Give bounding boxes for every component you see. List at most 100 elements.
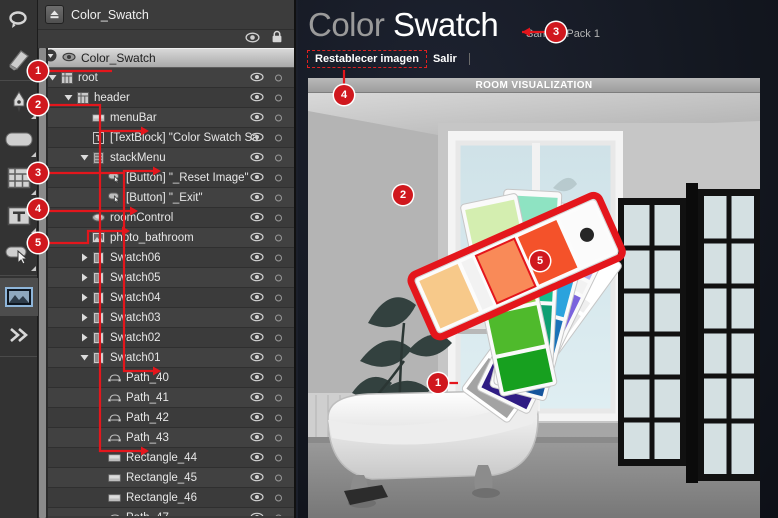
tree-row-menubar[interactable]: menuBar [38, 108, 294, 128]
caret-down-icon[interactable] [78, 353, 91, 362]
tree-row-photo_bathroom[interactable]: photo_bathroom [38, 228, 294, 248]
tree-row-button-_reset-image[interactable]: [Button] "_Reset Image" [38, 168, 294, 188]
tree-row-rectangle_44[interactable]: Rectangle_44 [38, 448, 294, 468]
lock-toggle-dot[interactable] [275, 474, 282, 481]
path-icon [107, 512, 122, 516]
tree-row-swatch03[interactable]: Swatch03 [38, 308, 294, 328]
tree-row-rectangle_46[interactable]: Rectangle_46 [38, 488, 294, 508]
lock-toggle-dot[interactable] [275, 74, 282, 81]
caret-down-icon[interactable] [78, 153, 91, 162]
caret-right-icon[interactable] [78, 313, 91, 322]
lock-toggle-dot[interactable] [275, 234, 282, 241]
tree-row-rectangle_45[interactable]: Rectangle_45 [38, 468, 294, 488]
eject-box-icon[interactable] [45, 5, 64, 24]
tree-row-swatch04[interactable]: Swatch04 [38, 288, 294, 308]
caret-down-icon[interactable] [62, 93, 75, 102]
tree-row-swatch02[interactable]: Swatch02 [38, 328, 294, 348]
eye-icon[interactable] [250, 469, 264, 487]
lock-toggle-dot[interactable] [275, 414, 282, 421]
tree-row-path_41[interactable]: Path_41 [38, 388, 294, 408]
caret-right-icon[interactable] [78, 293, 91, 302]
lock-toggle-dot[interactable] [275, 434, 282, 441]
tree-row-header[interactable]: header [38, 88, 294, 108]
image-icon [5, 287, 33, 307]
caret-right-icon[interactable] [78, 333, 91, 342]
tree-row-textblock-color-swatch-sa[interactable]: [TextBlock] "Color Swatch Sa. [38, 128, 294, 148]
caret-right-icon[interactable] [78, 273, 91, 282]
eye-icon[interactable] [250, 149, 264, 167]
lock-toggle-dot[interactable] [275, 254, 282, 261]
tree-scrollbar[interactable] [38, 48, 48, 518]
expand-tools[interactable] [0, 316, 38, 354]
exit-button[interactable]: Salir [426, 51, 464, 67]
lock-toggle-dot[interactable] [275, 514, 282, 516]
eye-icon[interactable] [250, 209, 264, 227]
lock-toggle-dot[interactable] [275, 134, 282, 141]
lock-toggle-dot[interactable] [275, 394, 282, 401]
tree-row-roomcontrol[interactable]: roomControl [38, 208, 294, 228]
lock-toggle-dot[interactable] [275, 374, 282, 381]
eye-icon[interactable] [250, 429, 264, 447]
eye-icon[interactable] [250, 289, 264, 307]
lock-toggle-dot[interactable] [275, 94, 282, 101]
lock-toggle-dot[interactable] [275, 314, 282, 321]
eye-icon[interactable] [250, 89, 264, 107]
lock-toggle-dot[interactable] [275, 194, 282, 201]
eye-icon[interactable] [250, 369, 264, 387]
caret-right-icon[interactable] [78, 253, 91, 262]
eye-icon[interactable] [250, 509, 264, 516]
lock-toggle-dot[interactable] [275, 454, 282, 461]
eye-icon[interactable] [250, 329, 264, 347]
group-icon [91, 311, 106, 324]
eye-icon[interactable] [250, 349, 264, 367]
eye-icon[interactable] [250, 169, 264, 187]
lock-toggle-dot[interactable] [275, 494, 282, 501]
lock-toggle-dot[interactable] [275, 154, 282, 161]
lock-toggle-dot[interactable] [275, 114, 282, 121]
eye-icon[interactable] [250, 449, 264, 467]
tree-row-label: photo_bathroom [110, 231, 194, 244]
lock-toggle-dot[interactable] [275, 174, 282, 181]
tree-row-swatch06[interactable]: Swatch06 [38, 248, 294, 268]
tree-row-label: [Button] "_Reset Image" [126, 171, 249, 184]
eye-icon[interactable] [250, 489, 264, 507]
lock-toggle-dot[interactable] [275, 334, 282, 341]
tree-row-root[interactable]: root [38, 68, 294, 88]
tree-row-swatch05[interactable]: Swatch05 [38, 268, 294, 288]
eye-icon[interactable] [250, 269, 264, 287]
photo-bathroom[interactable]: 2 [308, 93, 760, 518]
tree-root-item[interactable]: Color_Swatch [38, 48, 294, 68]
eye-icon[interactable] [250, 249, 264, 267]
layers-tree[interactable]: root header menuBar [TextBlock] "Color Swat… [38, 68, 294, 516]
eye-icon[interactable] [250, 309, 264, 327]
tree-row-label: Path_41 [126, 391, 169, 404]
lasso-select-tool[interactable] [0, 2, 38, 40]
tree-row-path_47[interactable]: Path_47 [38, 508, 294, 516]
eye-icon[interactable] [250, 409, 264, 427]
lock-toggle-dot[interactable] [275, 294, 282, 301]
tree-row-label: Path_42 [126, 411, 169, 424]
lock-toggle-dot[interactable] [275, 274, 282, 281]
tree-row-swatch01[interactable]: Swatch01 [38, 348, 294, 368]
eye-icon[interactable] [250, 109, 264, 127]
tree-row-path_43[interactable]: Path_43 [38, 428, 294, 448]
eye-filled-icon[interactable] [62, 49, 76, 67]
eye-icon[interactable] [250, 389, 264, 407]
image-tool[interactable] [0, 278, 38, 316]
lock-icon[interactable] [271, 30, 283, 48]
eye-icon[interactable] [250, 69, 264, 87]
tree-row-path_42[interactable]: Path_42 [38, 408, 294, 428]
eye-icon[interactable] [250, 189, 264, 207]
tree-scrollbar-thumb[interactable] [39, 48, 46, 518]
reset-image-button[interactable]: Restablecer imagen [307, 49, 427, 68]
rectangle-tool[interactable] [0, 121, 38, 159]
tree-row-stackmenu[interactable]: stackMenu [38, 148, 294, 168]
tree-row-path_40[interactable]: Path_40 [38, 368, 294, 388]
eye-icon[interactable] [250, 129, 264, 147]
eye-icon[interactable] [245, 30, 260, 48]
lock-toggle-dot[interactable] [275, 354, 282, 361]
tree-row-button-_exit[interactable]: [Button] "_Exit" [38, 188, 294, 208]
tree-row-label: Swatch05 [110, 271, 161, 284]
eye-icon[interactable] [250, 229, 264, 247]
lock-toggle-dot[interactable] [275, 214, 282, 221]
